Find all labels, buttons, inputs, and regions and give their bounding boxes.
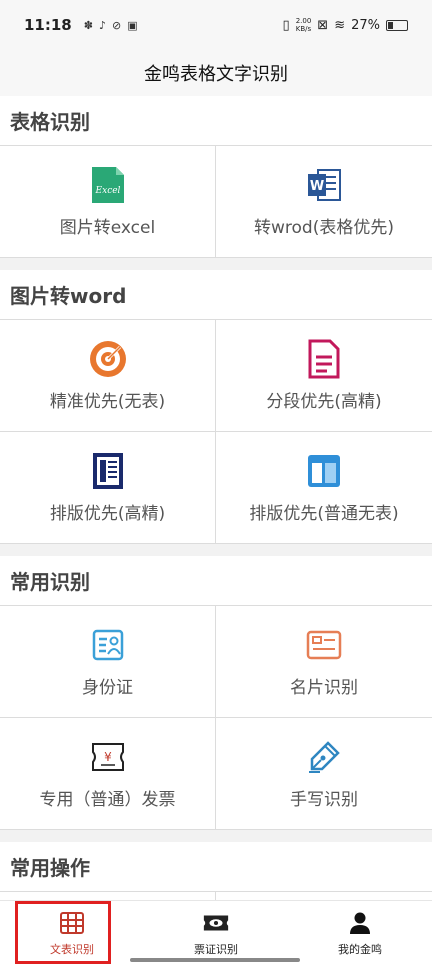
status-bar: 11:18 ✽ ♪ ⊘ ▣ ▯ 2.00 KB/s ⊠ ≋ 27%: [0, 0, 432, 50]
wifi-icon: ≋: [334, 17, 346, 33]
business-card-button[interactable]: 名片识别: [216, 606, 432, 718]
to-word-table-button[interactable]: W 转wrod(表格优先): [216, 146, 432, 258]
sim-off-icon: ⊠: [317, 17, 329, 33]
document-lines-icon: [304, 339, 344, 379]
cell-label: 手写识别: [290, 790, 358, 810]
nav-label: 我的金鸣: [338, 942, 382, 956]
bottom-nav: 文表识别 票证识别 我的金鸣: [0, 900, 432, 964]
cell-label: 精准优先(无表): [49, 392, 166, 412]
layout-grid-icon: [304, 451, 344, 491]
cell-label: 专用（普通）发票: [39, 790, 176, 810]
net-speed-unit: KB/s: [295, 25, 312, 33]
app-notify-icon: ▣: [127, 18, 138, 32]
operation-cell[interactable]: [0, 892, 216, 900]
cell-label: 分段优先(高精): [266, 392, 382, 412]
excel-icon-text: Excel: [94, 186, 120, 196]
id-card-icon: [88, 625, 128, 665]
layout-priority-hq-button[interactable]: 排版优先(高精): [0, 432, 216, 544]
section-title: 常用识别: [0, 556, 432, 606]
section-common-recognition: 常用识别 身份证 名片识别 ¥ 专用（普通）发票 手写识别: [0, 556, 432, 830]
net-speed: 2.00 KB/s: [296, 17, 312, 33]
net-speed-value: 2.00: [295, 17, 312, 25]
section-image-to-word: 图片转word 精准优先(无表) 分段优先(高精) 排版优先(高精) 排版优先(…: [0, 270, 432, 544]
cell-label: 身份证: [82, 678, 133, 698]
target-icon: [88, 339, 128, 379]
status-time: 11:18: [24, 16, 72, 34]
nav-table-recognition[interactable]: 文表识别: [0, 901, 144, 964]
image-to-excel-button[interactable]: Excel 图片转excel: [0, 146, 216, 258]
user-icon: [346, 909, 374, 937]
nav-label: 文表识别: [50, 942, 94, 956]
notification-icon: ✽: [83, 18, 93, 32]
main-content[interactable]: 表格识别 Excel 图片转excel W 转wrod(表格优先) 图片转wor…: [0, 96, 432, 900]
section-common-operations: 常用操作: [0, 842, 432, 900]
table-grid-icon: [58, 909, 86, 937]
ticket-eye-icon: [202, 909, 230, 937]
paragraph-priority-button[interactable]: 分段优先(高精): [216, 320, 432, 432]
invoice-ticket-icon: ¥: [88, 737, 128, 777]
section-title: 常用操作: [0, 842, 432, 892]
precise-priority-button[interactable]: 精准优先(无表): [0, 320, 216, 432]
vibrate-icon: ▯: [282, 17, 290, 33]
app-bar: 金鸣表格文字识别: [0, 50, 432, 96]
invoice-button[interactable]: ¥ 专用（普通）发票: [0, 718, 216, 830]
link-icon: ⊘: [112, 18, 122, 32]
cell-label: 名片识别: [290, 678, 358, 698]
invoice-icon-text: ¥: [104, 750, 112, 764]
cell-label: 转wrod(表格优先): [254, 218, 394, 238]
nav-label: 票证识别: [194, 942, 238, 956]
cell-label: 图片转excel: [59, 218, 156, 238]
home-indicator[interactable]: [130, 958, 300, 962]
tiktok-icon: ♪: [98, 18, 106, 32]
pen-nib-icon: [304, 737, 344, 777]
cell-label: 排版优先(普通无表): [249, 504, 399, 524]
excel-file-icon: Excel: [88, 165, 128, 205]
nav-my-account[interactable]: 我的金鸣: [288, 901, 432, 964]
word-icon-text: W: [310, 179, 324, 194]
handwriting-button[interactable]: 手写识别: [216, 718, 432, 830]
section-title: 图片转word: [0, 270, 432, 320]
layout-priority-normal-button[interactable]: 排版优先(普通无表): [216, 432, 432, 544]
layout-page-icon: [88, 451, 128, 491]
battery-percent: 27%: [351, 17, 380, 33]
section-table-recognition: 表格识别 Excel 图片转excel W 转wrod(表格优先): [0, 96, 432, 258]
cell-label: 排版优先(高精): [49, 504, 166, 524]
page-title: 金鸣表格文字识别: [144, 64, 288, 85]
nav-ticket-recognition[interactable]: 票证识别: [144, 901, 288, 964]
operation-cell[interactable]: [216, 892, 432, 900]
section-title: 表格识别: [0, 96, 432, 146]
word-doc-icon: W: [304, 165, 344, 205]
battery-icon: [386, 19, 408, 31]
business-card-icon: [304, 625, 344, 665]
id-card-button[interactable]: 身份证: [0, 606, 216, 718]
